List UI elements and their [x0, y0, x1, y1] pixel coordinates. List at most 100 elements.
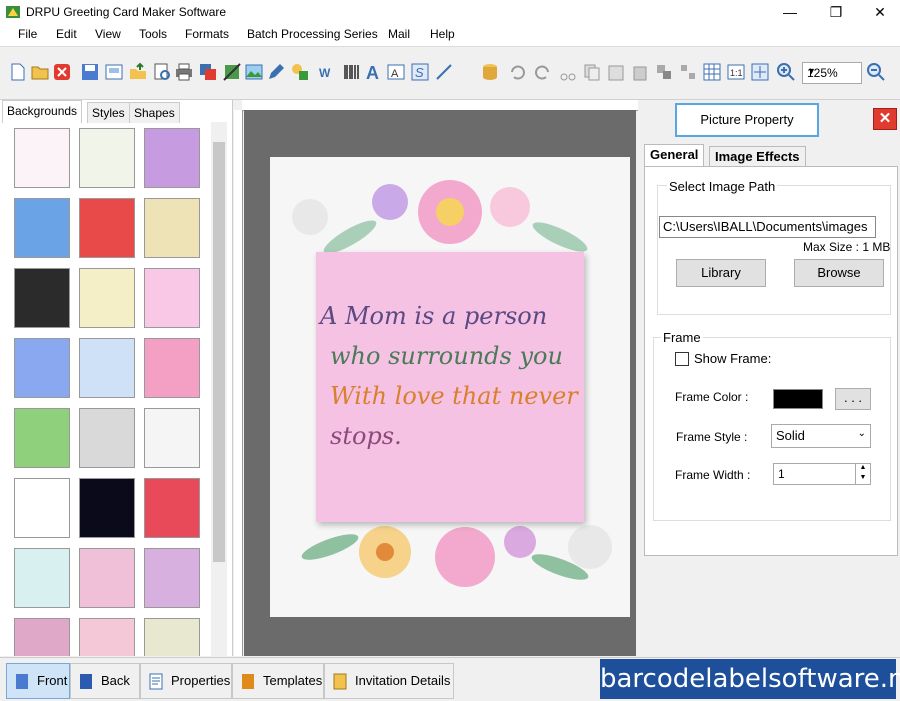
- templates-button[interactable]: Templates: [232, 663, 324, 699]
- save-icon[interactable]: [80, 62, 100, 82]
- show-frame-checkbox[interactable]: [675, 352, 689, 366]
- open-folder-icon[interactable]: [30, 62, 50, 82]
- shapes-icon[interactable]: [290, 62, 310, 82]
- background-thumbnail[interactable]: [79, 618, 135, 656]
- background-thumbnail[interactable]: [79, 268, 135, 328]
- thumbnail-scrollbar[interactable]: [211, 122, 227, 656]
- close-window-button[interactable]: ✕: [858, 0, 900, 24]
- zoom-in-icon[interactable]: [776, 62, 796, 82]
- new-icon[interactable]: [8, 62, 28, 82]
- stepper-up-icon[interactable]: ▲: [855, 464, 870, 474]
- background-thumbnail[interactable]: [14, 408, 70, 468]
- save-as-icon[interactable]: [104, 62, 124, 82]
- background-thumbnail[interactable]: [79, 478, 135, 538]
- menu-formats[interactable]: Formats: [185, 27, 229, 41]
- background-thumbnail[interactable]: [14, 478, 70, 538]
- align-icon[interactable]: [654, 62, 674, 82]
- background-thumbnail[interactable]: [14, 128, 70, 188]
- window-title: DRPU Greeting Card Maker Software: [26, 5, 227, 19]
- close-doc-icon[interactable]: [52, 62, 72, 82]
- wordart-icon[interactable]: W: [318, 62, 338, 82]
- frame-width-value: 1: [778, 467, 785, 481]
- background-thumbnail[interactable]: [79, 408, 135, 468]
- actual-size-icon[interactable]: 1:1: [726, 62, 746, 82]
- message-panel[interactable]: A Mom is a person who surrounds you With…: [316, 252, 584, 522]
- fit-to-window-icon[interactable]: [750, 62, 770, 82]
- chevron-down-icon: ⌄: [857, 428, 866, 439]
- background-thumbnail[interactable]: [144, 338, 200, 398]
- background-thumbnail[interactable]: [14, 268, 70, 328]
- menu-tools[interactable]: Tools: [139, 27, 167, 41]
- delete-icon[interactable]: [630, 62, 650, 82]
- background-thumbnail[interactable]: [144, 478, 200, 538]
- tab-image-effects[interactable]: Image Effects: [709, 146, 806, 167]
- frame-width-stepper[interactable]: 1 ▲ ▼: [773, 463, 871, 485]
- library-button[interactable]: Library: [676, 259, 766, 287]
- insert-image-icon[interactable]: [244, 62, 264, 82]
- group-icon[interactable]: [678, 62, 698, 82]
- copy-icon[interactable]: [582, 62, 602, 82]
- background-thumbnail[interactable]: [14, 198, 70, 258]
- background-thumbnail[interactable]: [144, 408, 200, 468]
- print-icon[interactable]: [174, 62, 194, 82]
- menu-edit[interactable]: Edit: [56, 27, 77, 41]
- background-thumbnail[interactable]: [79, 128, 135, 188]
- greeting-card[interactable]: A Mom is a person who surrounds you With…: [270, 157, 630, 617]
- tab-general[interactable]: General: [644, 144, 705, 167]
- layers-icon[interactable]: [198, 62, 218, 82]
- crop-icon[interactable]: [222, 62, 242, 82]
- background-thumbnail[interactable]: [144, 618, 200, 656]
- frame-color-more-button[interactable]: . . .: [835, 388, 871, 410]
- close-icon[interactable]: ✕: [873, 108, 897, 130]
- pen-icon[interactable]: [266, 62, 286, 82]
- background-thumbnail[interactable]: [79, 198, 135, 258]
- cut-icon[interactable]: [558, 62, 578, 82]
- minimize-button[interactable]: —: [768, 0, 812, 24]
- menu-mail[interactable]: Mail: [388, 27, 410, 41]
- background-thumbnail[interactable]: [79, 548, 135, 608]
- database-icon[interactable]: [480, 62, 500, 82]
- zoom-select[interactable]: 125% ▼: [802, 62, 862, 84]
- picture-property-button[interactable]: Picture Property: [675, 103, 819, 137]
- text-box-icon[interactable]: A: [386, 62, 406, 82]
- export-icon[interactable]: [128, 62, 148, 82]
- text-icon[interactable]: A: [364, 62, 384, 82]
- max-size-label: Max Size : 1 MB: [803, 240, 891, 254]
- menu-batch-processing[interactable]: Batch Processing Series: [247, 27, 378, 41]
- frame-style-select[interactable]: Solid ⌄: [771, 424, 871, 448]
- front-button[interactable]: Front: [6, 663, 70, 699]
- barcode-icon[interactable]: [342, 62, 362, 82]
- scrollbar-thumb[interactable]: [213, 142, 225, 562]
- menu-view[interactable]: View: [95, 27, 121, 41]
- redo-icon[interactable]: [532, 62, 552, 82]
- line-icon[interactable]: [434, 62, 454, 82]
- back-button[interactable]: Back: [70, 663, 140, 699]
- tab-backgrounds[interactable]: Backgrounds: [2, 100, 83, 123]
- undo-icon[interactable]: [508, 62, 528, 82]
- background-thumbnail[interactable]: [144, 198, 200, 258]
- print-preview-icon[interactable]: [152, 62, 172, 82]
- background-thumbnail[interactable]: [144, 268, 200, 328]
- background-thumbnail[interactable]: [144, 548, 200, 608]
- browse-button[interactable]: Browse: [794, 259, 884, 287]
- tab-styles[interactable]: Styles: [87, 102, 130, 123]
- menu-file[interactable]: File: [18, 27, 37, 41]
- tab-shapes[interactable]: Shapes: [129, 102, 180, 123]
- stepper-down-icon[interactable]: ▼: [855, 474, 870, 484]
- card-text-line-2: who surrounds you: [330, 342, 563, 370]
- maximize-button[interactable]: ❐: [814, 0, 858, 24]
- properties-button[interactable]: Properties: [140, 663, 232, 699]
- grid-icon[interactable]: [702, 62, 722, 82]
- signature-icon[interactable]: S: [410, 62, 430, 82]
- background-thumbnail[interactable]: [79, 338, 135, 398]
- background-thumbnail[interactable]: [14, 338, 70, 398]
- background-thumbnail[interactable]: [14, 618, 70, 656]
- menu-help[interactable]: Help: [430, 27, 455, 41]
- zoom-out-icon[interactable]: [866, 62, 886, 82]
- invitation-details-button[interactable]: Invitation Details: [324, 663, 454, 699]
- background-thumbnail[interactable]: [14, 548, 70, 608]
- image-path-input[interactable]: C:\Users\IBALL\Documents\images: [659, 216, 876, 238]
- paste-icon[interactable]: [606, 62, 626, 82]
- frame-color-swatch[interactable]: [773, 389, 823, 409]
- background-thumbnail[interactable]: [144, 128, 200, 188]
